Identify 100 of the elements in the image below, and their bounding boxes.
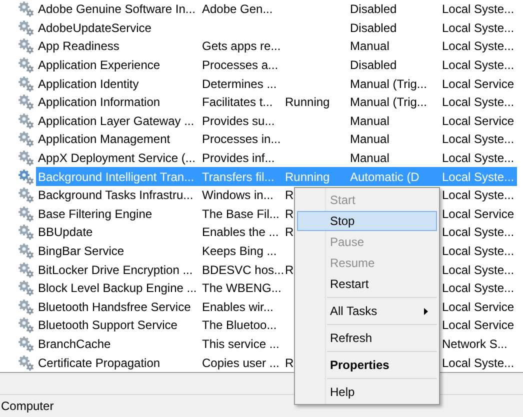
gear-icon: [18, 1, 34, 18]
gear-icon: [18, 280, 34, 296]
service-name: Application Identity: [38, 76, 139, 91]
service-description: Transfers fil...: [202, 170, 274, 184]
service-status: R: [285, 356, 294, 370]
service-status: R: [285, 206, 294, 221]
service-status: Running: [285, 170, 330, 184]
service-description: Windows in...: [202, 188, 274, 202]
log-on-as: Local Syste...: [442, 39, 514, 54]
gear-icon: [18, 187, 34, 204]
log-on-as: Local Service: [442, 206, 514, 221]
startup-type: Disabled: [350, 2, 397, 16]
startup-type: Manual: [350, 114, 390, 128]
gear-icon: [18, 298, 34, 315]
service-name: BranchCache: [38, 336, 111, 351]
log-on-as: Local Syste...: [442, 95, 514, 110]
service-description: The Bluetoo...: [202, 318, 277, 332]
log-on-as: Local Syste...: [442, 2, 514, 16]
service-name: Background Tasks Infrastru...: [38, 188, 194, 202]
service-name: Bluetooth Support Service: [38, 318, 178, 332]
log-on-as: Local Syste...: [442, 244, 514, 258]
service-description: Processes in...: [202, 132, 281, 146]
service-name: App Readiness: [38, 39, 120, 54]
service-description: Enables the ...: [202, 225, 279, 240]
gear-icon: [18, 336, 34, 352]
service-description: Enables wir...: [202, 300, 274, 314]
log-on-as: Local Syste...: [442, 281, 514, 296]
log-on-as: Network S...: [442, 336, 508, 351]
service-description: Determines ...: [202, 76, 277, 91]
startup-type: Disabled: [350, 58, 397, 72]
log-on-as: Local Service: [442, 114, 514, 128]
log-on-as: Local Syste...: [442, 151, 514, 166]
service-name: BitLocker Drive Encryption ...: [38, 262, 193, 277]
service-status: Running: [285, 95, 330, 110]
service-name: Application Management: [38, 132, 170, 146]
service-description: Gets apps re...: [202, 39, 281, 54]
service-name: BBUpdate: [38, 225, 93, 240]
gear-icon: [18, 20, 34, 36]
log-on-as: Local Service: [442, 300, 514, 314]
service-description: Keeps Bing ...: [202, 244, 277, 258]
service-name: AppX Deployment Service (...: [38, 151, 196, 166]
service-description: BDESVC hos...: [202, 262, 284, 277]
service-description: The Base Fil...: [202, 206, 280, 221]
log-on-as: Local Syste...: [442, 58, 514, 72]
service-description: Adobe Gen...: [202, 2, 273, 16]
gear-icon: [18, 94, 34, 110]
log-on-as: Local Syste...: [442, 356, 514, 370]
service-description: Processes a...: [202, 58, 278, 72]
service-name: Background Intelligent Tran...: [38, 170, 194, 184]
service-name: Application Information: [38, 95, 160, 110]
log-on-as: Local Syste...: [442, 170, 514, 184]
gear-icon: [18, 112, 34, 129]
log-on-as: Local Service: [442, 318, 514, 332]
startup-type: Manual: [350, 151, 390, 166]
menu-item[interactable]: Help: [297, 382, 437, 402]
gear-icon: [18, 57, 34, 74]
menu-item[interactable]: Restart: [297, 274, 437, 294]
startup-type: Disabled: [350, 20, 397, 35]
service-name: Certificate Propagation: [38, 356, 160, 370]
submenu-arrow-icon: [424, 308, 428, 315]
service-status: R: [285, 188, 294, 202]
gear-icon: [18, 354, 34, 371]
gear-icon: [18, 131, 34, 148]
service-description: This service ...: [202, 336, 280, 351]
gear-icon: [18, 243, 34, 260]
service-description: Provides inf...: [202, 151, 275, 166]
startup-type: Manual: [350, 39, 390, 54]
startup-type: Manual: [350, 132, 390, 146]
service-name: Application Experience: [38, 58, 160, 72]
service-description: Copies user ...: [202, 356, 280, 370]
menu-item[interactable]: Refresh: [297, 328, 437, 348]
log-on-as: Local Syste...: [442, 262, 514, 277]
log-on-as: Local Syste...: [442, 225, 514, 240]
gear-icon: [18, 206, 34, 222]
service-name: Block Level Backup Engine ...: [38, 281, 197, 296]
service-status: R: [285, 225, 294, 240]
menu-item[interactable]: Properties: [297, 355, 437, 375]
gear-icon: [18, 224, 34, 240]
gear-icon: [18, 76, 34, 92]
service-description: The WBENG...: [202, 281, 282, 296]
log-on-as: Local Syste...: [442, 20, 514, 35]
log-on-as: Local Syste...: [442, 132, 514, 146]
gear-icon: [18, 150, 34, 166]
service-name: Application Layer Gateway ...: [38, 114, 194, 128]
startup-type: Manual (Trig...: [350, 76, 427, 91]
service-status: R: [285, 262, 294, 277]
startup-type: Manual (Trig...: [350, 95, 427, 110]
service-name: Bluetooth Handsfree Service: [38, 300, 191, 314]
gear-icon: [18, 317, 34, 334]
service-name: BingBar Service: [38, 244, 124, 258]
gear-icon: [18, 168, 34, 185]
service-name: Adobe Genuine Software In...: [38, 2, 196, 16]
service-description: Facilitates t...: [202, 95, 273, 110]
service-name: AdobeUpdateService: [38, 20, 152, 35]
menu-item[interactable]: All Tasks: [297, 301, 437, 321]
gear-icon: [18, 262, 34, 278]
startup-type: Automatic (D: [350, 170, 420, 184]
service-name: Base Filtering Engine: [38, 206, 152, 221]
gear-icon: [18, 38, 34, 54]
menu-item[interactable]: Stop: [297, 211, 437, 231]
